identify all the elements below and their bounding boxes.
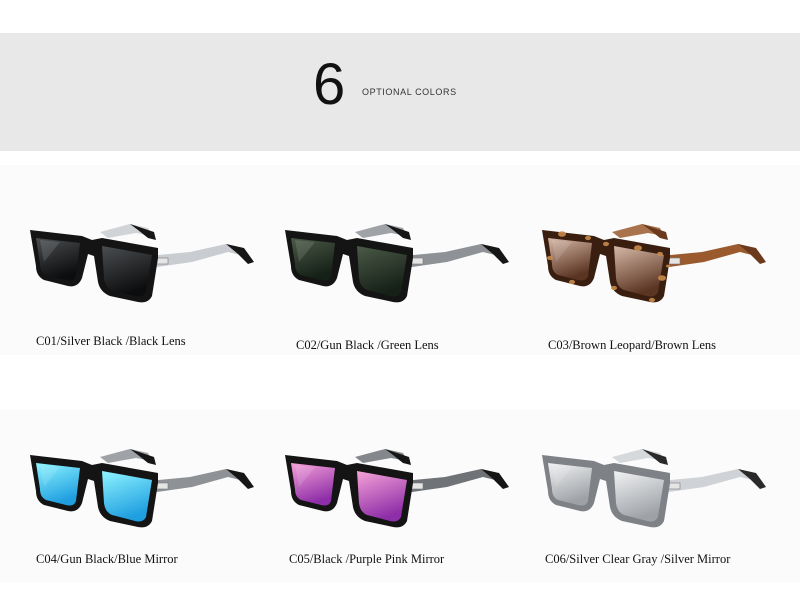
tortoise-spot: [634, 245, 642, 251]
near-temple: [660, 469, 756, 493]
sunglasses-product[interactable]: [542, 218, 772, 313]
tortoise-spot: [558, 231, 566, 237]
colors-heading: OPTIONAL COLORS: [362, 87, 457, 97]
product-caption: C01/Silver Black /Black Lens: [36, 334, 186, 348]
near-temple-tip: [226, 244, 254, 264]
near-temple: [660, 244, 756, 268]
colors-count: 6: [313, 52, 346, 117]
tortoise-spot: [649, 297, 655, 303]
tortoise-spot: [666, 264, 670, 268]
tortoise-spot: [547, 255, 553, 261]
sunglasses-product[interactable]: [285, 218, 515, 313]
sunglasses-illustration: [30, 224, 254, 303]
sunglasses-illustration: [542, 449, 766, 528]
tortoise-spot: [657, 251, 663, 257]
tortoise-spot: [603, 241, 609, 247]
near-temple-tip: [738, 244, 766, 264]
product-caption: C06/Silver Clear Gray /Silver Mirror: [545, 552, 731, 566]
near-temple-tip: [481, 469, 509, 489]
sunglasses-illustration: [542, 224, 766, 303]
sunglasses-product[interactable]: [542, 443, 772, 538]
product-caption: C05/Black /Purple Pink Mirror: [289, 552, 445, 566]
product-caption: C03/Brown Leopard/Brown Lens: [548, 338, 717, 352]
near-temple-tip: [481, 244, 509, 264]
sunglasses-product[interactable]: [30, 218, 260, 313]
near-temple: [403, 469, 499, 493]
near-temple: [403, 244, 499, 268]
tortoise-spot: [569, 279, 575, 285]
tortoise-spot: [611, 285, 617, 291]
product-caption: C04/Gun Black/Blue Mirror: [36, 552, 178, 566]
tortoise-spot: [585, 235, 591, 241]
near-temple-tip: [226, 469, 254, 489]
near-temple: [148, 469, 244, 493]
product-caption: C02/Gun Black /Green Lens: [296, 338, 439, 352]
sunglasses-product[interactable]: [30, 443, 260, 538]
sunglasses-illustration: [285, 224, 509, 303]
near-temple: [148, 244, 244, 268]
sunglasses-illustration: [285, 449, 509, 528]
sunglasses-product[interactable]: [285, 443, 515, 538]
tortoise-spot: [658, 275, 666, 281]
sunglasses-illustration: [30, 449, 254, 528]
near-temple-tip: [738, 469, 766, 489]
